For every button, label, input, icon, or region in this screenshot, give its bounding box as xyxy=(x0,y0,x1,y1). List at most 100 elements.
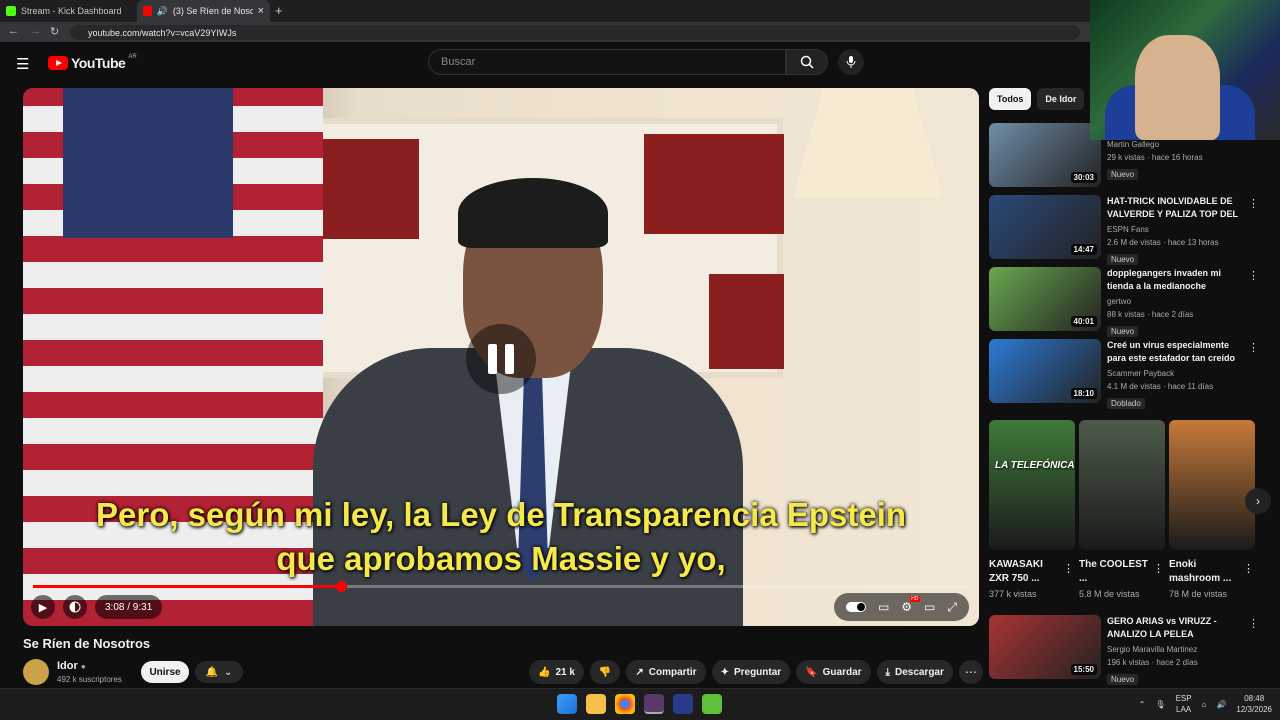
ask-button[interactable]: ✦ Preguntar xyxy=(711,660,791,684)
short-thumbnail[interactable] xyxy=(1169,420,1255,550)
tab-kick-dashboard[interactable]: Stream - Kick Dashboard xyxy=(0,0,136,22)
save-button[interactable]: 🔖 Guardar xyxy=(796,660,871,684)
network-icon[interactable]: ⌂ xyxy=(1202,700,1207,709)
volume-button[interactable] xyxy=(63,595,87,619)
recommendation-item[interactable]: 14:47 HAT-TRICK INOLVIDABLE DE VALVERDE Y… xyxy=(989,195,1259,265)
video-thumbnail[interactable]: 15:50 xyxy=(989,615,1101,679)
share-button[interactable]: ↗ Compartir xyxy=(626,660,706,684)
play-button[interactable]: ▶ xyxy=(31,595,55,619)
short-title[interactable]: KAWASAKI ZXR 750 ... xyxy=(989,558,1059,586)
language-indicator[interactable]: ESP LAA xyxy=(1176,693,1192,715)
short-views: 78 M de vistas xyxy=(1169,589,1228,599)
voice-search-button[interactable] xyxy=(838,49,864,75)
close-tab-icon[interactable]: × xyxy=(258,5,264,17)
more-options-icon[interactable]: ⋮ xyxy=(1248,341,1259,354)
forward-icon[interactable]: → xyxy=(30,25,41,37)
short-thumbnail[interactable]: LA TELEFÓNICA xyxy=(989,420,1075,550)
recommendation-title[interactable]: GERO ARIAS vs VIRUZZ - ANALIZO LA PELEA xyxy=(1107,615,1247,641)
search-icon xyxy=(800,55,814,69)
recommendation-channel[interactable]: gertwo xyxy=(1107,295,1247,308)
dislike-button[interactable]: 👎 xyxy=(589,660,621,684)
more-options-icon[interactable]: ⋮ xyxy=(1248,197,1259,210)
duration-badge: 15:50 xyxy=(1070,664,1097,675)
channel-name[interactable]: Idor ● xyxy=(57,660,86,672)
windows-taskbar: ⌃ 🎙 ESP LAA ⌂ 🔊 08:48 12/3/2026 xyxy=(0,688,1280,720)
obs-icon[interactable] xyxy=(644,694,664,714)
windows-start-icon[interactable] xyxy=(557,694,577,714)
short-title[interactable]: The COOLEST ... xyxy=(1079,558,1149,586)
download-label: Descargar xyxy=(894,666,944,678)
recommendation-item[interactable]: 15:50 GERO ARIAS vs VIRUZZ - ANALIZO LA P… xyxy=(989,615,1259,685)
recommendation-title[interactable]: dopplegangers invaden mi tienda a la med… xyxy=(1107,267,1247,293)
scrubber-handle[interactable] xyxy=(335,581,347,592)
more-options-icon[interactable]: ⋮ xyxy=(1153,562,1164,575)
like-button[interactable]: 👍 21 k xyxy=(529,660,584,684)
verified-icon: ● xyxy=(80,662,86,671)
more-options-icon[interactable]: ⋮ xyxy=(1248,269,1259,282)
caption-line-2: que aprobamos Massie y yo, xyxy=(276,540,726,577)
theater-mode-icon[interactable]: ▭ xyxy=(924,600,935,614)
short-overlay-label: LA TELEFÓNICA xyxy=(995,460,1075,471)
microphone-tray-icon[interactable]: 🎙 xyxy=(1155,700,1165,709)
more-actions-icon[interactable]: ⋯ xyxy=(958,660,983,684)
speaker-icon: 🔊 xyxy=(156,5,168,16)
recommendation-title[interactable]: HAT-TRICK INOLVIDABLE DE VALVERDE Y PALI… xyxy=(1107,195,1247,221)
player-controls-right: ▭ ⚙ HD ▭ ⤢ xyxy=(833,593,969,621)
recommendation-channel[interactable]: ESPN Fans xyxy=(1107,223,1247,236)
subtitles-icon[interactable]: ▭ xyxy=(878,600,889,614)
download-icon: ⤓ xyxy=(885,666,890,678)
notifications-button[interactable]: 🔔 ⌄ xyxy=(195,661,243,683)
join-button[interactable]: Unirse xyxy=(141,661,189,683)
progress-bar[interactable] xyxy=(33,581,969,592)
video-thumbnail[interactable]: 18:10 xyxy=(989,339,1101,403)
clock-time: 08:48 xyxy=(1244,694,1265,703)
settings-gear-icon[interactable]: ⚙ HD xyxy=(901,596,920,614)
chip-todos[interactable]: Todos xyxy=(989,88,1032,110)
fullscreen-icon[interactable]: ⤢ xyxy=(947,600,957,615)
reload-icon[interactable]: ↻ xyxy=(50,25,59,38)
region-code: AR xyxy=(128,54,137,60)
chevron-right-icon[interactable]: › xyxy=(1245,488,1271,514)
more-options-icon[interactable]: ⋮ xyxy=(1243,562,1254,575)
video-player[interactable]: Pero, según mi ley, la Ley de Transparen… xyxy=(23,88,979,626)
url-field[interactable]: youtube.com/watch?v=vcaV29YIWJs xyxy=(70,25,1080,40)
video-thumbnail[interactable]: 40:01 xyxy=(989,267,1101,331)
channel-avatar[interactable] xyxy=(23,659,49,685)
status-badge: Nuevo xyxy=(1107,674,1139,685)
chrome-icon[interactable] xyxy=(615,694,635,714)
app-icon[interactable] xyxy=(673,694,693,714)
more-options-icon[interactable]: ⋮ xyxy=(1248,617,1259,630)
clock[interactable]: 08:48 12/3/2026 xyxy=(1236,693,1272,715)
video-thumbnail[interactable]: 14:47 xyxy=(989,195,1101,259)
youtube-header: ☰ YouTube AR Buscar xyxy=(0,42,1280,84)
more-options-icon[interactable]: ⋮ xyxy=(1063,562,1074,575)
speaker-tray-icon[interactable]: 🔊 xyxy=(1216,700,1226,709)
volume-icon xyxy=(69,601,81,613)
search-input[interactable]: Buscar xyxy=(428,49,786,75)
download-button[interactable]: ⤓ Descargar xyxy=(876,660,953,684)
video-thumbnail[interactable]: 30:03 xyxy=(989,123,1101,187)
recommendation-item[interactable]: 18:10 Creé un virus especialmente para es… xyxy=(989,339,1259,409)
youtube-logo[interactable]: YouTube AR xyxy=(48,54,137,71)
android-app-icon[interactable] xyxy=(702,694,722,714)
autoplay-toggle[interactable] xyxy=(845,602,866,612)
recommendation-title[interactable]: Creé un virus especialmente para este es… xyxy=(1107,339,1247,365)
hamburger-menu-icon[interactable]: ☰ xyxy=(16,55,29,73)
chip-de-idor[interactable]: De Idor xyxy=(1037,88,1085,110)
quality-badge: HD xyxy=(910,596,920,602)
pause-overlay-icon[interactable] xyxy=(466,324,536,394)
tab-youtube[interactable]: 🔊 (3) Se Ríen de Nosotro × xyxy=(137,0,270,22)
chevron-up-icon[interactable]: ⌃ xyxy=(1139,700,1146,709)
file-explorer-icon[interactable] xyxy=(586,694,606,714)
new-tab-icon[interactable]: + xyxy=(275,3,283,18)
lang-bottom: LAA xyxy=(1176,705,1192,714)
short-title[interactable]: Enoki mashroom ... xyxy=(1169,558,1239,586)
recommendation-channel[interactable]: Sergio Maravilla Martinez xyxy=(1107,643,1247,656)
back-icon[interactable]: ← xyxy=(8,25,19,37)
youtube-play-logo-icon xyxy=(48,56,68,70)
status-badge: Nuevo xyxy=(1107,326,1139,337)
recommendation-channel[interactable]: Scammer Payback xyxy=(1107,367,1247,380)
short-thumbnail[interactable] xyxy=(1079,420,1165,550)
recommendation-item[interactable]: 40:01 dopplegangers invaden mi tienda a l… xyxy=(989,267,1259,337)
search-button[interactable] xyxy=(786,49,828,75)
